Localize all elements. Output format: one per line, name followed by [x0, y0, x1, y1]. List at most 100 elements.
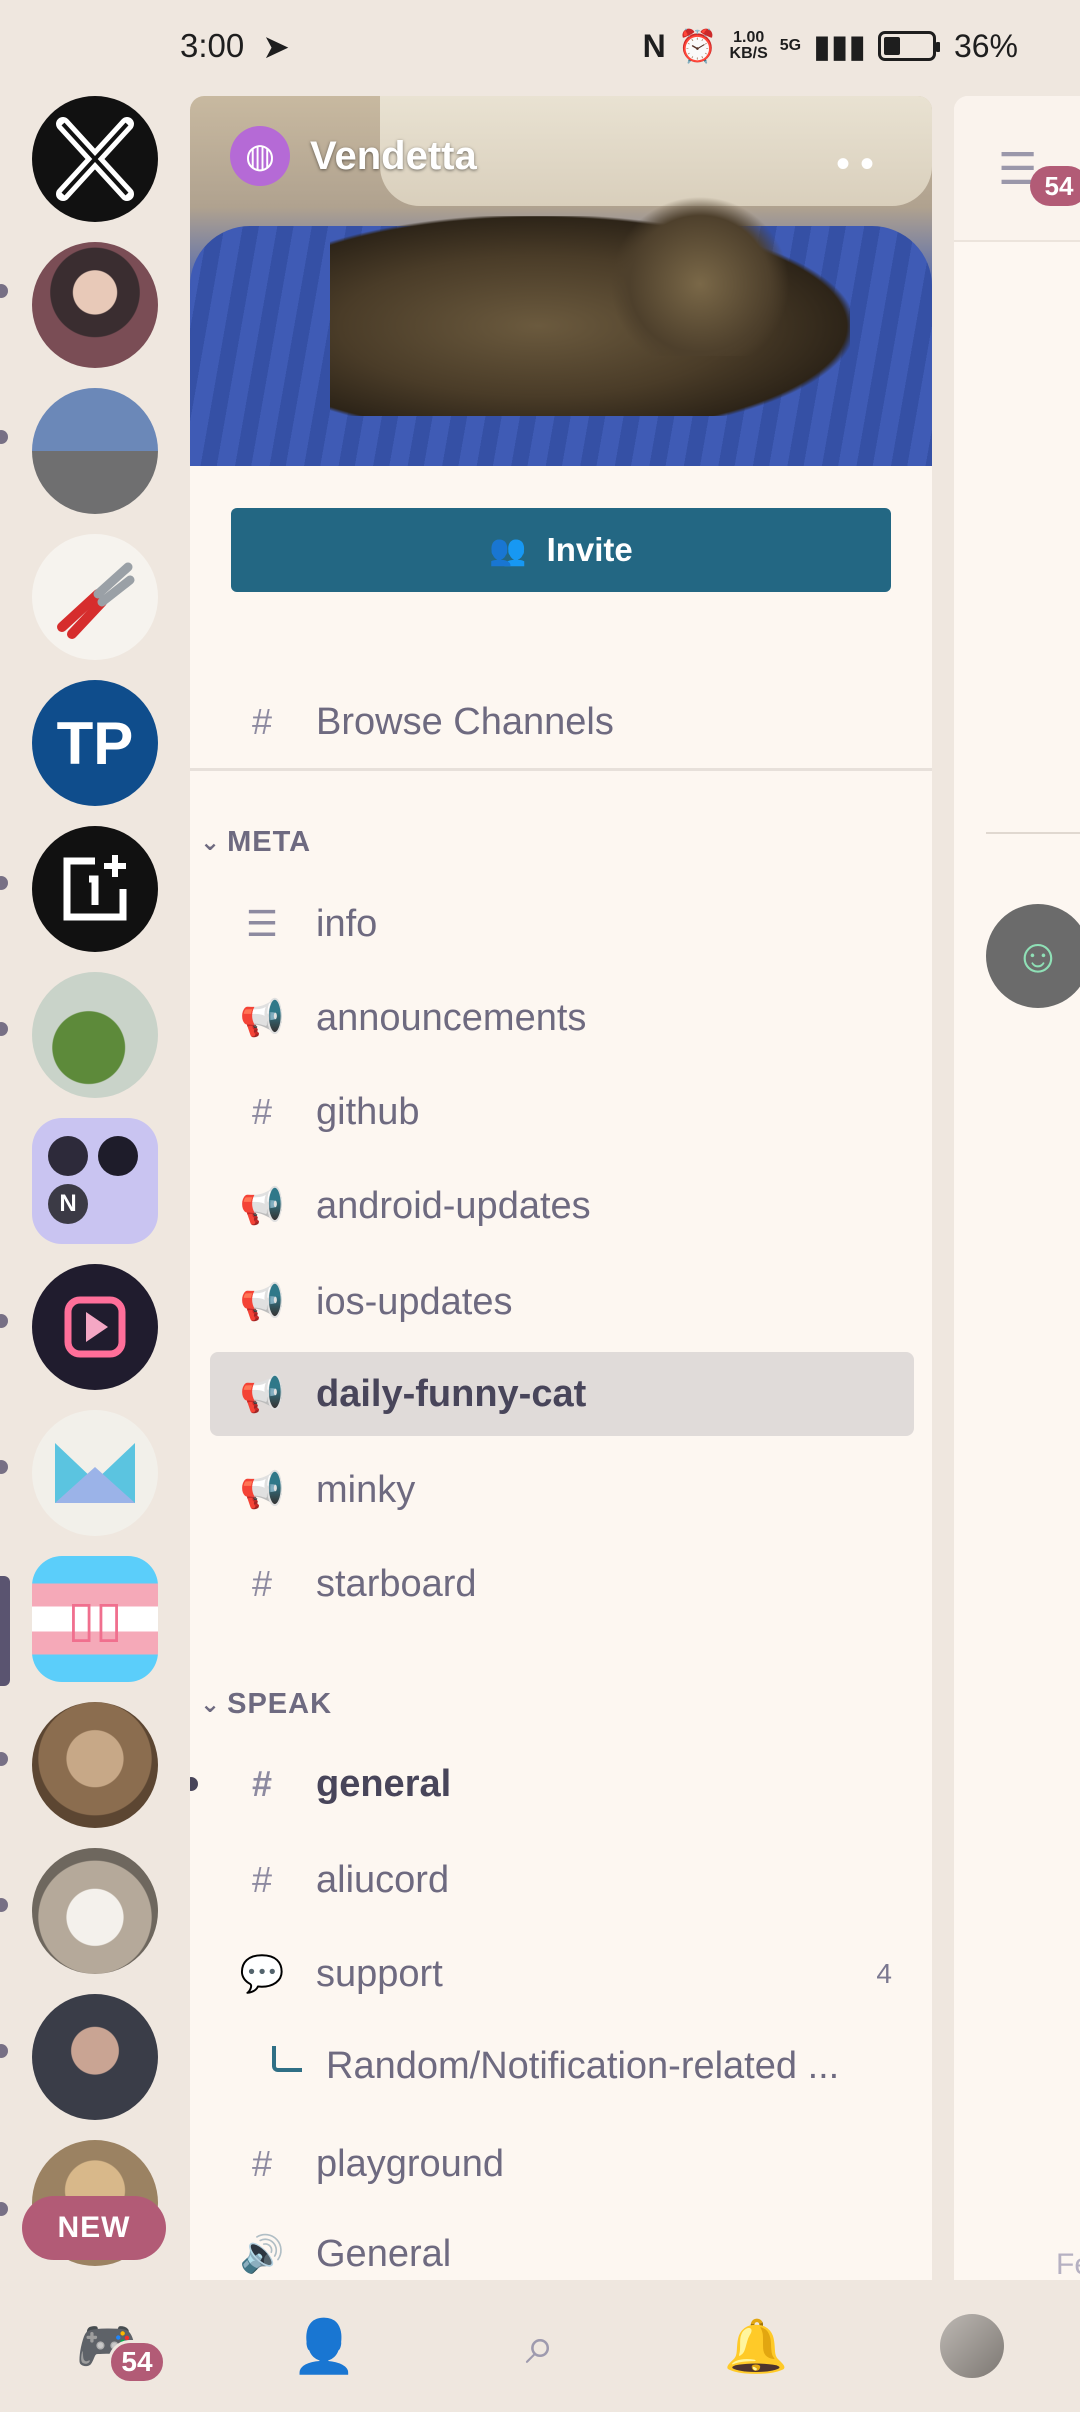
invite-label: Invite — [546, 531, 633, 568]
channel-daily-funny-cat[interactable]: 📢 daily-funny-cat — [210, 1352, 914, 1436]
megaphone-icon: 📢 — [239, 1373, 285, 1414]
channel-info[interactable]: ☰ info — [210, 882, 914, 966]
channel-github[interactable]: # github — [210, 1070, 914, 1154]
new-unreads-badge[interactable]: NEW — [22, 2196, 166, 2260]
nav-friends[interactable]: 👤 — [274, 2306, 374, 2386]
net-speed-value: 1.00 — [733, 29, 765, 46]
frog-icon: ☺ — [1013, 929, 1063, 983]
divider — [190, 768, 932, 771]
nav-home[interactable]: 🎮 54 — [58, 2306, 166, 2386]
category-speak[interactable]: ⌄ SPEAK — [190, 1688, 332, 1721]
channel-voice-general[interactable]: 🔊 General — [210, 2212, 914, 2280]
bottom-nav: 🎮 54 👤 ⌕ 🔔 — [0, 2280, 1080, 2412]
home-badge: 54 — [108, 2340, 166, 2384]
browse-channels-icon: # — [251, 701, 273, 742]
channel-support[interactable]: 💬 support 4 — [210, 1932, 914, 2016]
telegram-icon: ➤ — [262, 27, 290, 65]
channel-name: github — [316, 1090, 420, 1133]
signal-icon: ▮▮▮ — [813, 28, 866, 64]
server-icon-dog[interactable] — [32, 1848, 158, 1974]
hash-icon: # — [251, 1563, 273, 1604]
folder-server-icon — [48, 1136, 88, 1176]
channel-minky[interactable]: 📢 minky — [210, 1448, 914, 1532]
locked-hash-icon: # — [251, 1859, 273, 1900]
channel-name: General — [316, 2232, 452, 2275]
server-icon-trans[interactable]: ▯▯ — [32, 1556, 158, 1682]
nfc-icon: N — [642, 27, 666, 64]
channel-announcements[interactable]: 📢 announcements — [210, 976, 914, 1060]
channel-starboard[interactable]: # starboard — [210, 1542, 914, 1626]
play-logo-icon — [64, 1296, 126, 1358]
phones-icon: ▯▯ — [67, 1591, 123, 1647]
unread-indicator — [0, 1752, 8, 1766]
channel-general[interactable]: # general — [190, 1742, 914, 1826]
chat-panel-peek[interactable]: ☰ 54 ☺ Fe — [954, 96, 1080, 2281]
chevron-down-icon: ⌄ — [200, 829, 222, 856]
nav-notifications[interactable]: 🔔 — [706, 2306, 806, 2386]
server-icon-tp[interactable]: TP — [32, 680, 158, 806]
bell-icon: 🔔 — [723, 2317, 789, 2376]
channel-aliucord[interactable]: # aliucord — [210, 1838, 914, 1922]
channel-name: android-updates — [316, 1184, 591, 1227]
channel-name: general — [316, 1762, 452, 1805]
server-banner: ◍ Vendetta •• — [190, 96, 932, 466]
channel-ios-updates[interactable]: 📢 ios-updates — [210, 1260, 914, 1344]
envelope-icon — [55, 1443, 135, 1503]
unread-indicator — [0, 876, 8, 890]
server-icon-oneplus[interactable] — [32, 826, 158, 952]
server-icon-x[interactable] — [32, 96, 158, 222]
globe-icon: ◍ — [230, 126, 290, 186]
channel-name: announcements — [316, 996, 587, 1039]
hash-icon: # — [251, 1763, 273, 1804]
net-speed: 1.00 KB/S — [730, 30, 768, 62]
server-icon-photo[interactable] — [32, 388, 158, 514]
hash-icon: # — [251, 1091, 273, 1132]
server-icon-person[interactable] — [32, 1994, 158, 2120]
user-avatar[interactable]: ☺ — [986, 904, 1080, 1008]
server-icon-mail[interactable] — [32, 1410, 158, 1536]
nav-profile[interactable] — [922, 2306, 1022, 2386]
megaphone-icon: 📢 — [239, 1469, 285, 1510]
profile-avatar — [940, 2314, 1004, 2378]
nav-search[interactable]: ⌕ — [490, 2306, 590, 2386]
unread-indicator — [0, 1460, 8, 1474]
status-left: 3:00 ➤ — [180, 27, 290, 66]
server-header[interactable]: ◍ Vendetta — [230, 126, 477, 186]
browse-channels-button[interactable]: # Browse Channels — [210, 680, 914, 764]
invite-button[interactable]: 👥 Invite — [231, 508, 891, 592]
channel-playground[interactable]: # playground — [210, 2122, 914, 2206]
members-badge: 54 — [1030, 166, 1080, 206]
megaphone-icon: 📢 — [239, 1281, 285, 1322]
chevron-down-icon: ⌄ — [200, 1691, 222, 1718]
net-speed-unit: KB/S — [729, 45, 768, 62]
unread-indicator — [0, 1314, 8, 1328]
server-icon-anime[interactable] — [32, 242, 158, 368]
category-meta[interactable]: ⌄ META — [190, 826, 311, 859]
server-folder[interactable]: N — [32, 1118, 158, 1244]
unread-indicator — [0, 430, 8, 444]
thread-random-notification[interactable]: Random/Notification-related ... — [210, 2024, 914, 2108]
channel-name: info — [316, 902, 378, 945]
tp-logo-icon: TP — [56, 709, 134, 777]
server-icon-cat[interactable] — [32, 1702, 158, 1828]
channel-panel: ◍ Vendetta •• 👥 Invite # Browse Channels… — [190, 96, 932, 2280]
status-time: 3:00 — [180, 27, 245, 64]
server-icon-pliers[interactable] — [32, 534, 158, 660]
folder-server-icon — [98, 1136, 138, 1176]
status-right: N ⏰ 1.00 KB/S 5G ▮▮▮ 36% — [643, 27, 1018, 65]
x-logo-icon — [56, 117, 134, 201]
forum-icon: 💬 — [239, 1953, 285, 1994]
alarm-icon: ⏰ — [677, 28, 718, 64]
hash-icon: # — [251, 2143, 273, 2184]
channel-name: support — [316, 1952, 443, 1995]
megaphone-icon: 📢 — [239, 997, 285, 1038]
server-name: Vendetta — [310, 133, 477, 178]
server-icon-play[interactable] — [32, 1264, 158, 1390]
channel-android-updates[interactable]: 📢 android-updates — [210, 1164, 914, 1248]
server-icon-pepe[interactable] — [32, 972, 158, 1098]
voice-icon: 🔊 — [239, 2233, 285, 2274]
search-icon: ⌕ — [525, 2316, 555, 2375]
battery-icon — [877, 31, 940, 61]
thread-name: Random/Notification-related ... — [326, 2044, 840, 2087]
more-options-icon[interactable]: •• — [836, 142, 884, 187]
